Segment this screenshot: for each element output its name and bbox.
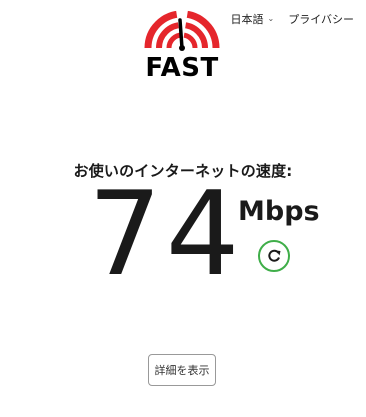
logo-text: FAST — [145, 53, 219, 83]
show-details-button[interactable]: 詳細を表示 — [148, 354, 216, 386]
top-nav: 日本語 ⌄ プライバシー — [231, 11, 354, 27]
language-label: 日本語 — [230, 13, 264, 26]
language-selector[interactable]: 日本語 ⌄ — [231, 11, 275, 27]
fast-speedtest-page: FAST 日本語 ⌄ プライバシー お使いのインターネットの速度: 74 Mbp… — [0, 0, 366, 417]
refresh-icon — [268, 249, 281, 262]
speed-value: 74 — [88, 167, 244, 302]
privacy-link[interactable]: プライバシー — [288, 11, 354, 27]
fast-logo[interactable]: FAST — [140, 6, 224, 84]
chevron-down-icon: ⌄ — [267, 14, 275, 23]
speed-unit: Mbps — [238, 196, 320, 227]
refresh-button[interactable] — [258, 240, 290, 272]
speedometer-icon — [144, 10, 220, 51]
